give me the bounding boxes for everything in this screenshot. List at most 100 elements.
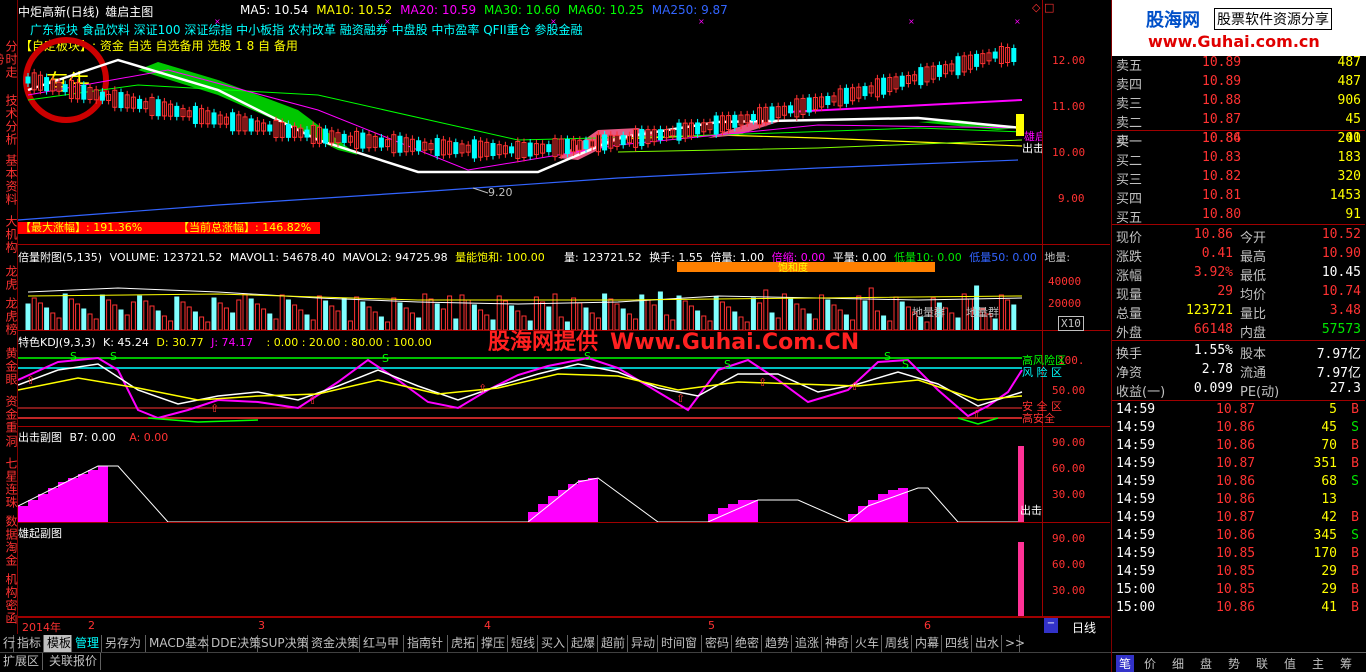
right-tab[interactable]: 联 <box>1256 655 1268 672</box>
axis-divider <box>1042 0 1043 616</box>
bottom-tab[interactable]: 虎拓 <box>448 635 478 652</box>
x10-button[interactable]: X10 <box>1058 316 1084 331</box>
bid-volume: 1453 <box>1329 188 1361 203</box>
bid-label: 买一 <box>1116 135 1143 150</box>
volume-bar <box>56 317 62 330</box>
tick-row: 15:00 10.86 41 B <box>1112 600 1365 618</box>
tab-taojin[interactable]: 数据淘金 <box>1 514 18 568</box>
bottom-tab[interactable]: 指南针 <box>404 635 448 652</box>
right-tab[interactable]: 主 <box>1312 655 1324 672</box>
right-tab[interactable]: 价 <box>1144 655 1156 672</box>
low-price-label: 9.20 <box>488 186 513 199</box>
finance-row: 换手 1.55% 股本 7.97亿 <box>1112 342 1365 362</box>
bottom-tab[interactable]: 追涨 <box>792 635 822 652</box>
bottom-tab[interactable]: 趋势 <box>762 635 792 652</box>
bid-row[interactable]: 买五 10.80 91 <box>1112 206 1365 226</box>
bottom-tab[interactable]: 四线 <box>942 635 972 652</box>
bottom-tab[interactable]: 超前 <box>598 635 628 652</box>
volume-bar <box>341 297 347 330</box>
right-tab[interactable]: 筹 <box>1340 655 1352 672</box>
bottom-tab[interactable]: 异动 <box>628 635 658 652</box>
bottom-tab[interactable]: 管理 <box>72 635 102 652</box>
tab-longhu[interactable]: 龙虎 <box>1 264 18 292</box>
bottom-tab[interactable]: 火车 <box>852 635 882 652</box>
close-icon[interactable]: □ <box>1044 1 1054 14</box>
bottom-tab[interactable]: 模板 <box>44 635 72 652</box>
svg-text:⇧: ⇧ <box>676 392 685 405</box>
volume-bar <box>416 317 422 330</box>
tab-dong[interactable]: 洞 <box>1 434 18 448</box>
quote-value: 10.74 <box>1321 284 1361 299</box>
volume-bar <box>174 296 180 330</box>
right-tab[interactable]: 势 <box>1228 655 1240 672</box>
ask-volume: 487 <box>1337 74 1361 89</box>
tab-jishu[interactable]: 技术分析 <box>1 94 18 146</box>
signal-step <box>98 466 108 522</box>
svg-text:S: S <box>110 350 117 363</box>
bottom-tab[interactable]: 内幕 <box>912 635 942 652</box>
finance-label: 股本 <box>1240 347 1267 362</box>
ask-row[interactable]: 卖三 10.88 906 <box>1112 92 1365 112</box>
tab-jiben[interactable]: 基本资料 <box>1 154 18 206</box>
bid-row[interactable]: 买四 10.81 1453 <box>1112 187 1365 207</box>
ask-price: 10.87 <box>1202 112 1242 127</box>
tab-huangjinyan[interactable]: 黄金眼 <box>1 346 18 386</box>
bottom-tab[interactable]: 神奇 <box>822 635 852 652</box>
bottom-tab[interactable]: 买入 <box>538 635 568 652</box>
volume-bar <box>248 298 254 330</box>
volume-bar <box>447 295 453 330</box>
right-tab[interactable]: 值 <box>1284 655 1296 672</box>
quote-panel: 股海网 股票软件资源分享 www.Guhai.com.cn 卖五 10.89 4… <box>1111 0 1366 672</box>
bottom-tab[interactable]: 短线 <box>508 635 538 652</box>
tab-dajigou[interactable]: 大机构 <box>1 214 18 254</box>
bottom-tab[interactable]: MACD基本 <box>146 635 209 652</box>
tab-extend-area[interactable]: 扩展区 <box>0 653 44 670</box>
tick-time: 14:59 <box>1116 456 1156 471</box>
tab-fenshi[interactable]: 分时走势 <box>0 34 18 84</box>
bottom-tab[interactable]: 行 <box>0 635 15 652</box>
bottom-tab[interactable]: 绝密 <box>732 635 762 652</box>
finance-value: 7.97亿 <box>1316 366 1361 381</box>
ask-row[interactable]: 卖四 10.89 487 <box>1112 73 1365 93</box>
bottom-tab[interactable]: 时间窗 <box>658 635 702 652</box>
y-label: 30.00 <box>1052 488 1086 501</box>
tab-related-quotes[interactable]: 关联报价 <box>46 653 102 670</box>
ask-row[interactable]: 卖五 10.89 487 <box>1112 54 1365 74</box>
bottom-tab[interactable]: 起爆 <box>568 635 598 652</box>
bottom-tab[interactable]: 指标 <box>14 635 44 652</box>
right-tab[interactable]: 盘 <box>1200 655 1212 672</box>
volume-bar <box>1011 304 1017 330</box>
axis-minus-button[interactable]: − <box>1044 618 1058 633</box>
ask-price: 10.89 <box>1202 74 1242 89</box>
bottom-tab[interactable]: >> <box>1002 635 1025 652</box>
volume-bar <box>279 294 285 330</box>
tick-row: 14:59 10.86 68 S <box>1112 474 1365 492</box>
bottom-tab[interactable]: 密码 <box>702 635 732 652</box>
bottom-tab[interactable]: 周线 <box>882 635 912 652</box>
bottom-tab[interactable]: 另存为 <box>102 635 146 652</box>
volume-bar <box>354 296 360 330</box>
bid-row[interactable]: 买一 10.84 200 <box>1112 130 1365 150</box>
bottom-tab[interactable]: 出水 <box>972 635 1002 652</box>
right-tab[interactable]: 笔 <box>1116 655 1135 672</box>
bottom-tab[interactable]: DDE决策 <box>208 635 261 652</box>
tick-row: 14:59 10.86 45 S <box>1112 420 1365 438</box>
bid-row[interactable]: 买三 10.82 320 <box>1112 168 1365 188</box>
finance-value: 1.55% <box>1193 343 1233 358</box>
bottom-tab[interactable]: 撑压 <box>478 635 508 652</box>
volume-bar <box>161 315 167 330</box>
bottom-tab[interactable]: SUP决策 <box>258 635 309 652</box>
volume-bar <box>236 299 242 330</box>
tab-zijin[interactable]: 资金重 <box>1 394 18 434</box>
chart-area[interactable]: 中炬高新(日线) 雄启主图 MA5: 10.54 MA10: 10.52 MA2… <box>18 0 1110 635</box>
tick-side: B <box>1351 402 1359 417</box>
right-tab[interactable]: 细 <box>1172 655 1184 672</box>
bottom-tab[interactable]: 红马甲 <box>360 635 404 652</box>
tab-qixing[interactable]: 七星连珠 <box>1 456 18 510</box>
bid-row[interactable]: 买二 10.83 183 <box>1112 149 1365 169</box>
tab-longhubang[interactable]: 龙虎榜 <box>1 296 18 336</box>
tab-jigoumihan[interactable]: 机构密函 <box>1 572 18 626</box>
bottom-tab[interactable]: 资金决策 <box>308 635 360 652</box>
ask-row[interactable]: 卖二 10.87 45 <box>1112 111 1365 131</box>
volume-bar <box>397 302 403 330</box>
